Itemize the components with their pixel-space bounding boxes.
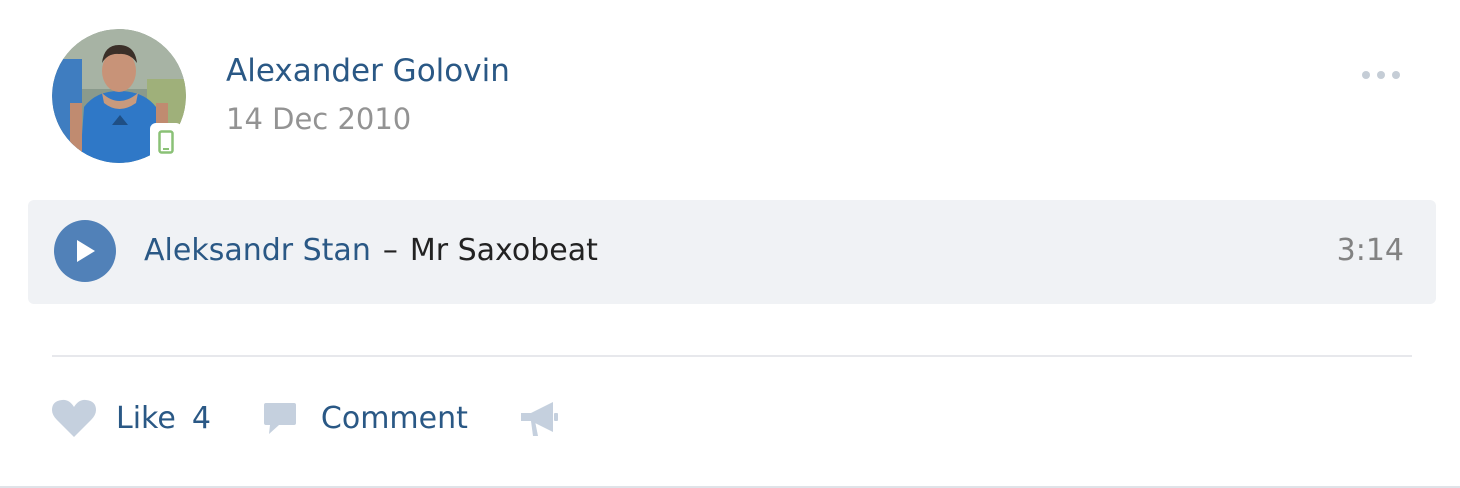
comment-button[interactable]: Comment	[261, 399, 468, 439]
comment-icon	[261, 401, 299, 437]
post-actions-bar: Like 4 Comment	[52, 392, 610, 446]
wall-post: Alexander Golovin 14 Dec 2010 Aleksandr …	[0, 0, 1460, 488]
track-info: Aleksandr Stan – Mr Saxobeat	[144, 231, 598, 271]
author-name-link[interactable]: Alexander Golovin	[226, 52, 510, 90]
like-count: 4	[191, 401, 211, 436]
like-label: Like	[116, 401, 176, 436]
audio-track-row[interactable]: Aleksandr Stan – Mr Saxobeat 3:14	[28, 200, 1436, 304]
mobile-phone-icon	[158, 130, 174, 154]
share-button[interactable]	[518, 399, 560, 439]
play-icon	[77, 240, 95, 262]
megaphone-icon	[518, 399, 560, 439]
play-button[interactable]	[54, 220, 116, 282]
comment-label: Comment	[320, 401, 468, 436]
heart-icon	[52, 399, 96, 439]
online-mobile-badge	[150, 123, 182, 161]
track-separator: –	[382, 233, 398, 268]
ellipsis-icon	[1362, 71, 1370, 79]
like-button[interactable]: Like 4	[52, 399, 211, 439]
post-more-button[interactable]	[1326, 52, 1436, 98]
track-title: Mr Saxobeat	[409, 233, 598, 268]
track-artist-link[interactable]: Aleksandr Stan	[144, 233, 371, 268]
post-date[interactable]: 14 Dec 2010	[226, 101, 411, 137]
post-divider	[52, 355, 1412, 357]
track-duration: 3:14	[1336, 233, 1404, 268]
ellipsis-icon	[1392, 71, 1400, 79]
ellipsis-icon	[1377, 71, 1385, 79]
